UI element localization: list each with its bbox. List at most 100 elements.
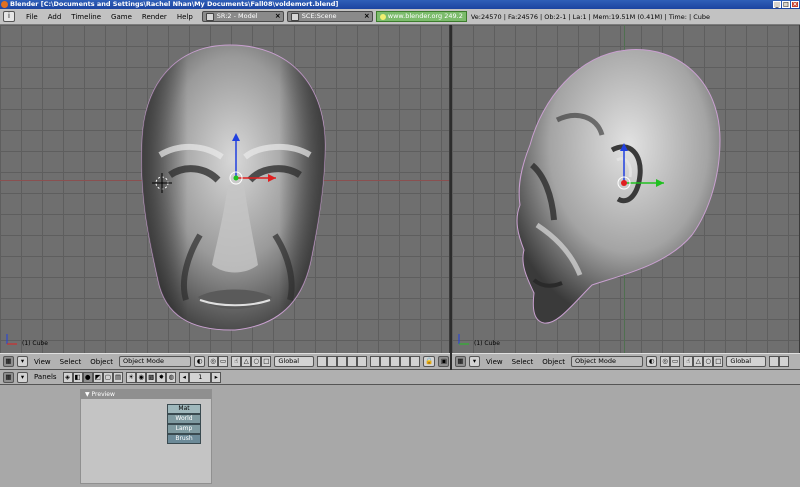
layer-1-button[interactable] (317, 356, 328, 367)
lamp-icon[interactable]: ☀ (126, 371, 137, 383)
buttons-window-header: ▦ ▾ Panels ◈ ◧ ● ◩ ▢ ▤ ☀ ◉ ▩ ✸ ◍ ◂ 1 ▸ (0, 370, 800, 385)
layer-4-button[interactable] (347, 356, 358, 367)
pivot-icon[interactable]: ◎ (660, 356, 671, 367)
scene-name: SCE:Scene (301, 12, 337, 20)
menu-view[interactable]: View (483, 358, 506, 366)
viewport-front[interactable]: (1) Cube (0, 25, 450, 353)
frame-next-icon[interactable]: ▸ (211, 371, 222, 383)
screen-field[interactable]: SR:2 - Model × (201, 11, 284, 22)
frame-prev-icon[interactable]: ◂ (179, 371, 190, 383)
layer-3-button[interactable] (337, 356, 348, 367)
collapse-menu-icon[interactable]: ▾ (17, 356, 28, 367)
editing-icon[interactable]: ▢ (102, 371, 113, 383)
menu-select[interactable]: Select (57, 358, 85, 366)
texture-icon[interactable]: ▩ (146, 371, 157, 383)
object-icon[interactable]: ◩ (92, 371, 103, 383)
maximize-icon[interactable]: □ (782, 1, 790, 8)
scene-stats: Ve:24570 | Fa:24576 | Ob:2-1 | La:1 | Me… (470, 12, 711, 21)
layer-7-button[interactable] (380, 356, 391, 367)
layer-lock-icon[interactable]: ▭ (670, 356, 681, 367)
scale-icon[interactable]: □ (261, 356, 272, 367)
menu-object[interactable]: Object (539, 358, 568, 366)
menu-render[interactable]: Render (137, 13, 172, 21)
menu-file[interactable]: File (21, 13, 43, 21)
transform-manipulator[interactable] (196, 133, 276, 213)
mode-select[interactable]: Object Mode (119, 356, 192, 367)
viewport-side[interactable]: (1) Cube (452, 25, 800, 353)
preview-type-buttons: Mat World Lamp Brush (167, 404, 201, 444)
blender-url[interactable]: www.blender.org 249.2 (375, 11, 467, 22)
mode-select[interactable]: Object Mode (571, 356, 644, 367)
screen-browse-icon[interactable] (205, 12, 214, 21)
orientation-select[interactable]: Global (726, 356, 767, 367)
preview-mat-button[interactable]: Mat (167, 404, 201, 414)
draw-type-icon[interactable]: ◐ (194, 356, 206, 367)
manipulator-hand-icon[interactable]: ☝ (231, 356, 242, 367)
draw-type-icon[interactable]: ◐ (646, 356, 658, 367)
transform-manipulator-side[interactable] (584, 143, 664, 223)
view-options: ◎ ▭ (208, 356, 229, 367)
screen-delete-icon[interactable]: × (275, 12, 281, 21)
close-icon[interactable]: × (791, 1, 799, 8)
scene-icon[interactable]: ▤ (113, 371, 124, 383)
menu-timeline[interactable]: Timeline (66, 13, 106, 21)
viewport-side-label: (1) Cube (474, 340, 500, 347)
shading-icon[interactable]: ● (82, 371, 93, 383)
scene-field[interactable]: SCE:Scene × (286, 11, 373, 22)
layer-lock-icon[interactable]: ▭ (218, 356, 229, 367)
material-icon[interactable]: ◉ (136, 371, 147, 383)
preview-brush-button[interactable]: Brush (167, 434, 201, 444)
window-title: Blender [C:\Documents and Settings\Rache… (10, 0, 339, 8)
view-options: ◎ ▭ (660, 356, 681, 367)
window-type-button[interactable]: i (3, 11, 15, 22)
translate-icon[interactable]: △ (241, 356, 252, 367)
menu-add[interactable]: Add (43, 13, 67, 21)
scene-delete-icon[interactable]: × (364, 12, 370, 21)
menu-game[interactable]: Game (106, 13, 137, 21)
pivot-icon[interactable]: ◎ (208, 356, 219, 367)
translate-icon[interactable]: △ (693, 356, 704, 367)
3d-cursor-icon (152, 173, 172, 193)
logic-icon[interactable]: ◈ (62, 371, 73, 383)
viewport-divider[interactable] (450, 25, 452, 370)
window-title-bar: Blender [C:\Documents and Settings\Rache… (0, 0, 800, 9)
collapse-menu-icon[interactable]: ▾ (469, 356, 480, 367)
layer-buttons-2 (370, 356, 421, 367)
menu-select[interactable]: Select (509, 358, 537, 366)
preview-world-button[interactable]: World (167, 414, 201, 424)
menu-help[interactable]: Help (172, 13, 198, 21)
layer-6-button[interactable] (370, 356, 381, 367)
scene-browse-icon[interactable] (290, 12, 299, 21)
menu-view[interactable]: View (31, 358, 54, 366)
layer-8-button[interactable] (390, 356, 401, 367)
preview-lamp-button[interactable]: Lamp (167, 424, 201, 434)
editor-type-icon[interactable]: ▦ (3, 356, 14, 367)
lock-icon[interactable]: 🔒 (423, 356, 436, 367)
layer-9-button[interactable] (400, 356, 411, 367)
layer-1-button[interactable] (769, 356, 780, 367)
layer-2-button[interactable] (327, 356, 338, 367)
minimize-icon[interactable]: _ (773, 1, 781, 8)
editor-type-icon[interactable]: ▦ (455, 356, 466, 367)
render-icon[interactable]: ▣ (438, 356, 450, 367)
panels-menu[interactable]: Panels (31, 373, 60, 381)
menu-object[interactable]: Object (87, 358, 116, 366)
radiosity-icon[interactable]: ✸ (156, 371, 167, 383)
manipulator-hand-icon[interactable]: ☝ (683, 356, 694, 367)
layer-2-button[interactable] (779, 356, 790, 367)
rotate-icon[interactable]: ○ (251, 356, 262, 367)
blender-logo-icon (379, 13, 386, 20)
rotate-icon[interactable]: ○ (703, 356, 714, 367)
script-icon[interactable]: ◧ (72, 371, 83, 383)
preview-panel-title[interactable]: ▼ Preview (81, 390, 211, 399)
scale-icon[interactable]: □ (713, 356, 724, 367)
layer-5-button[interactable] (357, 356, 368, 367)
buttons-window: ▼ Preview Mat World Lamp Brush (0, 385, 800, 487)
frame-value[interactable]: 1 (189, 371, 212, 383)
world-icon[interactable]: ◍ (166, 371, 177, 383)
collapse-menu-icon[interactable]: ▾ (17, 371, 28, 383)
context-buttons: ◈ ◧ ● ◩ ▢ ▤ (62, 371, 124, 383)
layer-10-button[interactable] (410, 356, 421, 367)
editor-type-icon[interactable]: ▦ (3, 371, 14, 383)
orientation-select[interactable]: Global (274, 356, 315, 367)
